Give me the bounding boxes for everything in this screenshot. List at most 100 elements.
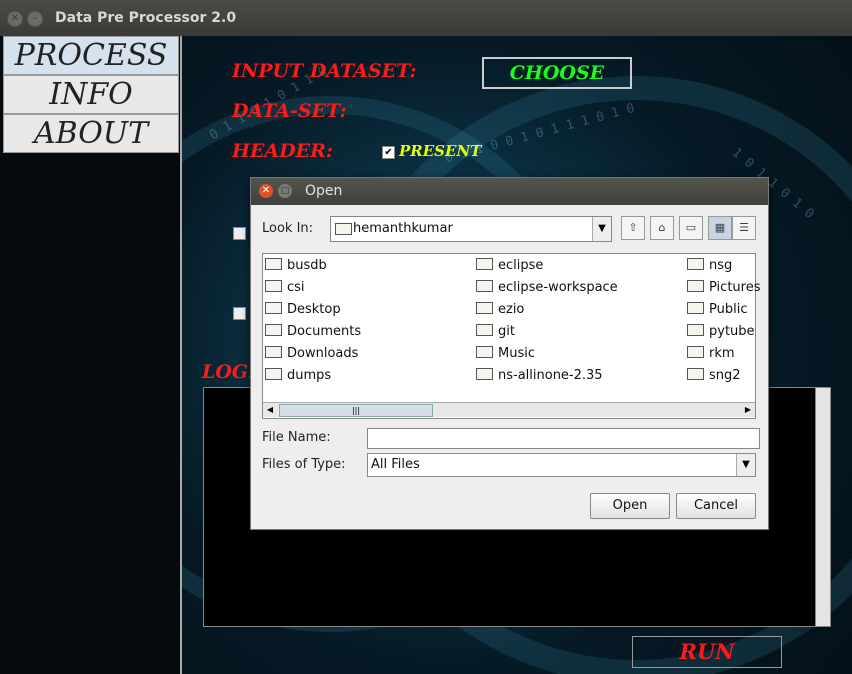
folder-icon bbox=[476, 302, 493, 314]
list-item-label: busdb bbox=[287, 258, 327, 273]
folder-icon bbox=[335, 223, 352, 235]
dialog-titlebar: ✕ □ Open bbox=[251, 178, 768, 205]
list-item-label: eclipse bbox=[498, 258, 544, 273]
cancel-button[interactable]: Cancel bbox=[676, 493, 756, 519]
folder-icon bbox=[265, 280, 282, 292]
list-item[interactable]: Public bbox=[687, 302, 747, 317]
list-view-icon[interactable]: ▦ bbox=[708, 216, 732, 240]
home-folder-icon[interactable]: ⌂ bbox=[650, 216, 674, 240]
folder-icon bbox=[687, 324, 704, 336]
log-label: LOG. bbox=[202, 361, 255, 383]
run-button[interactable]: RUN bbox=[632, 636, 782, 668]
open-dialog: ✕ □ Open Look In: hemanthkumar ▼ ⇧ ⌂ ▭ ▦… bbox=[250, 177, 769, 530]
folder-icon bbox=[687, 346, 704, 358]
dialog-maximize-button[interactable]: □ bbox=[278, 184, 292, 198]
folder-icon bbox=[476, 280, 493, 292]
option-checkbox[interactable] bbox=[233, 227, 246, 240]
folder-icon bbox=[476, 324, 493, 336]
list-item[interactable]: Documents bbox=[265, 324, 361, 339]
log-scrollbar[interactable] bbox=[815, 387, 831, 627]
tab-about[interactable]: ABOUT bbox=[3, 114, 179, 153]
look-in-combo[interactable]: hemanthkumar ▼ bbox=[330, 216, 612, 242]
list-item[interactable]: eclipse bbox=[476, 258, 543, 273]
dialog-close-button[interactable]: ✕ bbox=[259, 184, 273, 198]
list-item-label: eclipse-workspace bbox=[498, 280, 618, 295]
header-label: HEADER: bbox=[232, 140, 333, 162]
chevron-down-icon[interactable]: ▼ bbox=[736, 454, 755, 476]
list-item[interactable]: Desktop bbox=[265, 302, 341, 317]
folder-icon bbox=[265, 368, 282, 380]
list-item-label: pytube bbox=[709, 324, 755, 339]
list-item-label: sng2 bbox=[709, 368, 741, 383]
list-item[interactable]: csi bbox=[265, 280, 305, 295]
list-item[interactable]: ezio bbox=[476, 302, 524, 317]
file-list[interactable]: busdb csi Desktop Documents Downloads dumps ec… bbox=[262, 253, 760, 419]
files-of-type-label: Files of Type: bbox=[262, 457, 346, 472]
new-folder-icon[interactable]: ▭ bbox=[679, 216, 703, 240]
list-item-label: csi bbox=[287, 280, 305, 295]
folder-icon bbox=[476, 368, 493, 380]
tab-panel: PROCESS INFO ABOUT bbox=[0, 36, 180, 674]
choose-button[interactable]: CHOOSE bbox=[482, 57, 632, 89]
list-item[interactable]: Music bbox=[476, 346, 535, 361]
scroll-left-icon[interactable]: ◀ bbox=[263, 403, 277, 417]
details-view-icon[interactable]: ☰ bbox=[732, 216, 756, 240]
folder-icon bbox=[687, 258, 704, 270]
list-item-label: ezio bbox=[498, 302, 525, 317]
list-item[interactable]: busdb bbox=[265, 258, 327, 273]
files-of-type-combo[interactable]: All Files ▼ bbox=[367, 453, 756, 477]
input-dataset-label: INPUT DATASET: bbox=[232, 60, 417, 82]
scroll-right-icon[interactable]: ▶ bbox=[741, 403, 755, 417]
list-item-label: Music bbox=[498, 346, 535, 361]
list-item-label: nsg bbox=[709, 258, 733, 273]
folder-icon bbox=[476, 258, 493, 270]
list-item-label: Documents bbox=[287, 324, 362, 339]
folder-icon bbox=[687, 302, 704, 314]
tab-info[interactable]: INFO bbox=[3, 75, 179, 114]
window-close-button[interactable]: ✕ bbox=[7, 11, 23, 27]
list-item-label: Downloads bbox=[287, 346, 359, 361]
present-checkbox[interactable]: ✔ bbox=[382, 146, 395, 159]
chevron-down-icon[interactable]: ▼ bbox=[592, 217, 611, 241]
list-item-label: Pictures bbox=[709, 280, 761, 295]
folder-icon bbox=[476, 346, 493, 358]
list-item-label: Public bbox=[709, 302, 748, 317]
folder-icon bbox=[265, 302, 282, 314]
list-item[interactable]: git bbox=[476, 324, 515, 339]
files-of-type-value: All Files bbox=[371, 457, 420, 472]
file-list-hscrollbar[interactable]: ◀ ||| ▶ bbox=[263, 402, 755, 417]
list-item[interactable]: pytube bbox=[687, 324, 755, 339]
present-checkbox-label: PRESENT bbox=[399, 142, 482, 160]
list-item[interactable]: ns-allinone-2.35 bbox=[476, 368, 603, 383]
open-button[interactable]: Open bbox=[590, 493, 670, 519]
folder-icon bbox=[265, 324, 282, 336]
list-item-label: rkm bbox=[709, 346, 735, 361]
list-item-label: dumps bbox=[287, 368, 332, 383]
list-item[interactable]: Downloads bbox=[265, 346, 358, 361]
option-checkbox[interactable] bbox=[233, 307, 246, 320]
list-item[interactable]: Pictures bbox=[687, 280, 760, 295]
window-minimize-button[interactable]: – bbox=[27, 11, 43, 27]
folder-icon bbox=[265, 258, 282, 270]
dialog-title: Open bbox=[305, 183, 343, 199]
look-in-label: Look In: bbox=[262, 221, 314, 236]
hscroll-thumb[interactable]: ||| bbox=[279, 404, 433, 417]
dataset-label: DATA-SET: bbox=[232, 100, 347, 122]
folder-icon bbox=[687, 368, 704, 380]
tab-process[interactable]: PROCESS bbox=[3, 36, 179, 75]
list-item[interactable]: dumps bbox=[265, 368, 331, 383]
up-folder-icon[interactable]: ⇧ bbox=[621, 216, 645, 240]
list-item[interactable]: sng2 bbox=[687, 368, 741, 383]
file-name-field[interactable] bbox=[367, 428, 760, 449]
file-name-label: File Name: bbox=[262, 430, 331, 445]
folder-icon bbox=[687, 280, 704, 292]
list-item[interactable]: rkm bbox=[687, 346, 735, 361]
window-titlebar: ✕ – Data Pre Processor 2.0 bbox=[0, 0, 852, 37]
list-item[interactable]: nsg bbox=[687, 258, 732, 273]
look-in-value: hemanthkumar bbox=[353, 221, 453, 236]
list-item-label: ns-allinone-2.35 bbox=[498, 368, 603, 383]
window-title: Data Pre Processor 2.0 bbox=[55, 10, 237, 26]
folder-icon bbox=[265, 346, 282, 358]
list-item-label: git bbox=[498, 324, 515, 339]
list-item[interactable]: eclipse-workspace bbox=[476, 280, 618, 295]
